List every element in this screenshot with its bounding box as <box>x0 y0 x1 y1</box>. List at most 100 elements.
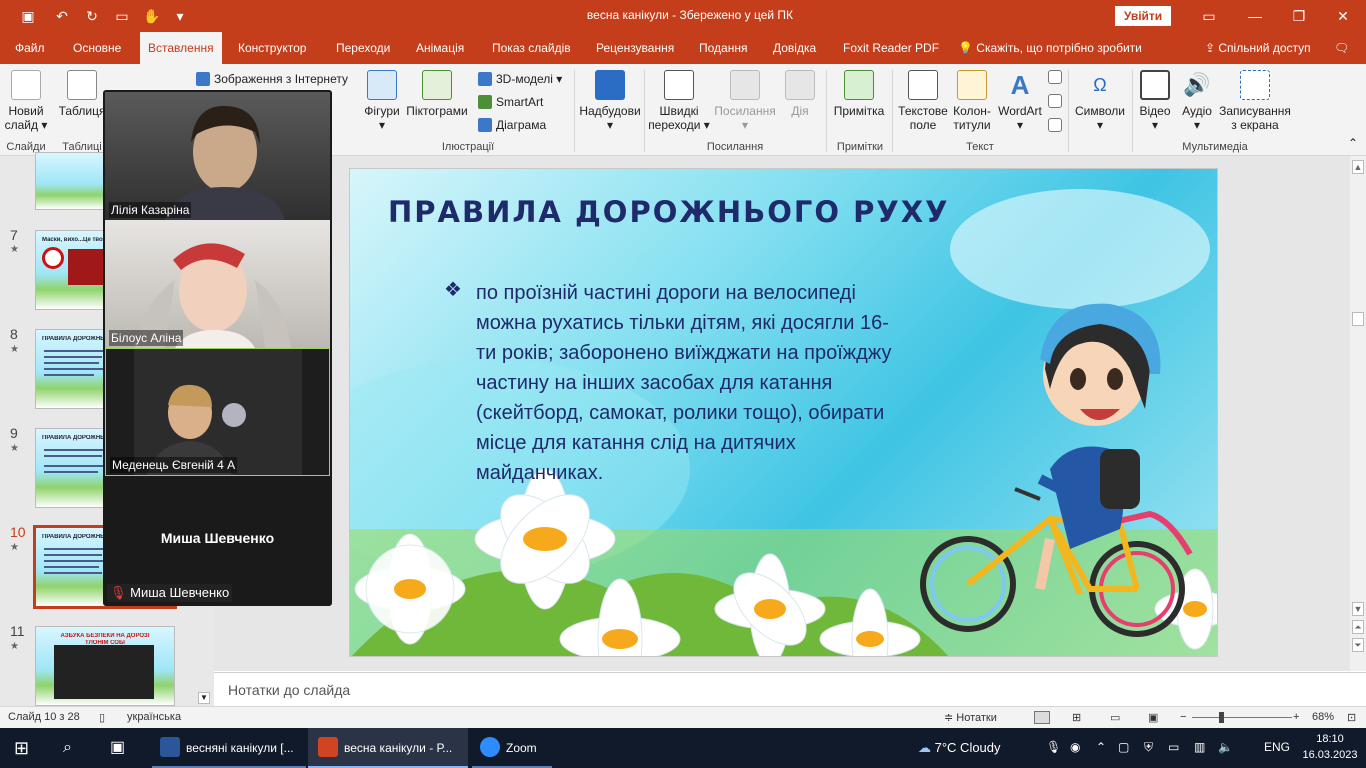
table-button[interactable]: Таблиця <box>58 70 106 118</box>
comment-button[interactable]: Примітка <box>830 70 888 118</box>
zoom-video-panel: Лілія Казаріна Білоус Аліна Меденець Євг… <box>103 90 332 606</box>
network-icon[interactable]: ▥ <box>1194 740 1205 754</box>
share-button[interactable]: ⇪ Спільний доступ <box>1205 32 1311 64</box>
addins-button[interactable]: Надбудови ▾ <box>578 70 642 132</box>
close-button[interactable]: ✕ <box>1320 0 1366 32</box>
action-button[interactable]: Дія <box>782 70 818 118</box>
reading-view-icon[interactable]: ▭ <box>1110 711 1120 724</box>
tab-home[interactable]: Основне <box>73 32 121 64</box>
tab-review[interactable]: Рецензування <box>596 32 674 64</box>
symbols-button[interactable]: Ω Символи ▾ <box>1072 70 1128 132</box>
comments-icon[interactable]: 🗨 <box>1334 32 1349 64</box>
save-icon[interactable]: ▣ <box>18 6 38 26</box>
redo-icon[interactable]: ↻ <box>82 6 102 26</box>
previous-slide-icon[interactable]: ⏶ <box>1352 620 1364 634</box>
slide-number-current: 10 <box>10 524 26 540</box>
tab-design[interactable]: Конструктор <box>238 32 306 64</box>
tab-slideshow[interactable]: Показ слайдів <box>492 32 571 64</box>
slide-sorter-icon[interactable]: ⊞ <box>1072 711 1081 724</box>
present-from-start-icon[interactable]: ▭ <box>112 6 132 26</box>
tab-help[interactable]: Довідка <box>773 32 816 64</box>
windows-start-icon[interactable]: ⊞ <box>14 728 29 768</box>
zoom-button[interactable]: Швидкі переходи ▾ <box>648 70 710 132</box>
defender-icon[interactable]: ▢ <box>1118 740 1129 754</box>
taskbar-app-zoom[interactable]: Zoom <box>472 728 552 768</box>
weather-widget[interactable]: ☁ 7°C Cloudy <box>918 728 1001 768</box>
participant-video[interactable]: Білоус Аліна <box>105 220 330 348</box>
slideshow-icon[interactable]: ▣ <box>1148 711 1158 724</box>
taskbar-clock[interactable]: 18:10 16.03.2023 <box>1300 731 1360 763</box>
tab-transitions[interactable]: Переходи <box>336 32 390 64</box>
touch-mode-icon[interactable]: ✋ <box>142 6 162 26</box>
collapse-ribbon-icon[interactable]: ⌃ <box>1346 136 1360 150</box>
object-button[interactable] <box>1046 118 1064 136</box>
battery-icon[interactable]: ▭ <box>1168 740 1179 754</box>
slide-thumbnail[interactable]: АЗБУКА БЕЗПЕКИ НА ДОРОЗІ ТЛОНІМ СОБІ <box>35 626 175 706</box>
zoom-out-icon[interactable]: − <box>1180 711 1186 723</box>
textbox-button[interactable]: Текстове поле <box>896 70 950 132</box>
fit-slide-icon[interactable]: ⊡ <box>1347 711 1356 724</box>
tray-overflow-icon[interactable]: ⌃ <box>1096 740 1106 754</box>
chart-button[interactable]: Діаграма <box>478 118 546 132</box>
wordart-button[interactable]: A WordArt ▾ <box>996 70 1044 132</box>
notes-pane[interactable]: Нотатки до слайда <box>214 672 1366 706</box>
zoom-level[interactable]: 68% <box>1312 711 1334 723</box>
ribbon-display-icon[interactable]: ▭ <box>1186 0 1232 32</box>
audio-button[interactable]: 🔊 Аудіо ▾ <box>1178 70 1216 132</box>
header-footer-button[interactable]: Колон- титули <box>950 70 994 132</box>
new-slide-button[interactable]: Новий слайд ▾ <box>4 70 48 132</box>
current-slide[interactable]: ПРАВИЛА ДОРОЖНЬОГО РУХУ ❖ по проїзній ча… <box>349 168 1218 657</box>
undo-icon[interactable]: ↶ <box>52 6 72 26</box>
no-entry-icon <box>42 247 64 269</box>
shapes-button[interactable]: Фігури ▾ <box>358 70 406 132</box>
next-slide-icon[interactable]: ⏷ <box>1352 638 1364 652</box>
input-language[interactable]: ENG <box>1264 740 1290 754</box>
tab-foxit[interactable]: Foxit Reader PDF <box>843 32 939 64</box>
taskbar-app-word[interactable]: весняні канікули [... <box>152 728 306 768</box>
group-separator <box>826 70 827 152</box>
task-view-icon[interactable]: ▣ <box>110 728 125 768</box>
scroll-up-icon[interactable]: ▲ <box>1352 160 1364 174</box>
zoom-slider[interactable] <box>1192 717 1292 718</box>
tell-me-search[interactable]: 💡 Скажіть, що потрібно зробити <box>958 32 1142 64</box>
tab-file[interactable]: Файл <box>15 32 45 64</box>
slide-body-text[interactable]: по проїзній частині дороги на велосипеді… <box>476 278 896 488</box>
taskbar-app-powerpoint[interactable]: весна канікули - Р... <box>308 728 468 768</box>
scrollbar-thumb[interactable] <box>1352 312 1364 326</box>
tab-animations[interactable]: Анімація <box>416 32 464 64</box>
editor-scrollbar[interactable]: ▲ ▼ ⏶ ⏷ <box>1350 156 1366 671</box>
group-media: Мультимедіа <box>1182 141 1248 153</box>
zoom-tray-icon[interactable]: ◉ <box>1070 740 1080 754</box>
link-button[interactable]: Посилання ▾ <box>712 70 778 132</box>
volume-icon[interactable]: 🔈 <box>1218 740 1233 754</box>
language-indicator[interactable]: українська <box>127 711 181 723</box>
notes-toggle[interactable]: ≑ Нотатки <box>944 711 997 724</box>
group-separator <box>644 70 645 152</box>
tab-insert[interactable]: Вставлення <box>140 32 222 64</box>
normal-view-icon[interactable] <box>1034 711 1050 724</box>
zoom-in-icon[interactable]: + <box>1293 711 1299 723</box>
tab-view[interactable]: Подання <box>699 32 747 64</box>
participant-video-active[interactable]: Меденець Євгеній 4 А <box>105 348 330 476</box>
video-button[interactable]: Відео ▾ <box>1136 70 1174 132</box>
slide-title[interactable]: ПРАВИЛА ДОРОЖНЬОГО РУХУ <box>388 195 949 229</box>
minimize-button[interactable]: — <box>1232 0 1278 32</box>
3d-models-button[interactable]: 3D-моделі ▾ <box>478 72 562 86</box>
spell-check-icon[interactable]: ▯ <box>99 711 105 724</box>
customize-toolbar-icon[interactable]: ▾ <box>170 6 190 26</box>
participant-video[interactable]: Лілія Казаріна <box>105 92 330 220</box>
security-shield-icon[interactable]: ⛨ <box>1144 740 1153 755</box>
date-time-button[interactable] <box>1046 70 1064 88</box>
online-pictures-button[interactable]: Зображення з Інтернету <box>196 72 348 86</box>
smartart-button[interactable]: SmartArt <box>478 95 543 109</box>
scroll-down-icon[interactable]: ▼ <box>198 692 210 704</box>
icons-button[interactable]: Піктограми <box>404 70 470 118</box>
signin-button[interactable]: Увійти <box>1115 6 1171 26</box>
slide-number-button[interactable] <box>1046 94 1064 112</box>
search-icon[interactable]: ⌕ <box>63 728 72 768</box>
microphone-icon[interactable]: 🎙 <box>1046 740 1061 754</box>
restore-button[interactable]: ❐ <box>1276 0 1322 32</box>
zoom-slider-thumb[interactable] <box>1219 712 1224 723</box>
scroll-down-icon[interactable]: ▼ <box>1352 602 1364 616</box>
screen-recording-button[interactable]: Записування з екрана <box>1216 70 1294 132</box>
